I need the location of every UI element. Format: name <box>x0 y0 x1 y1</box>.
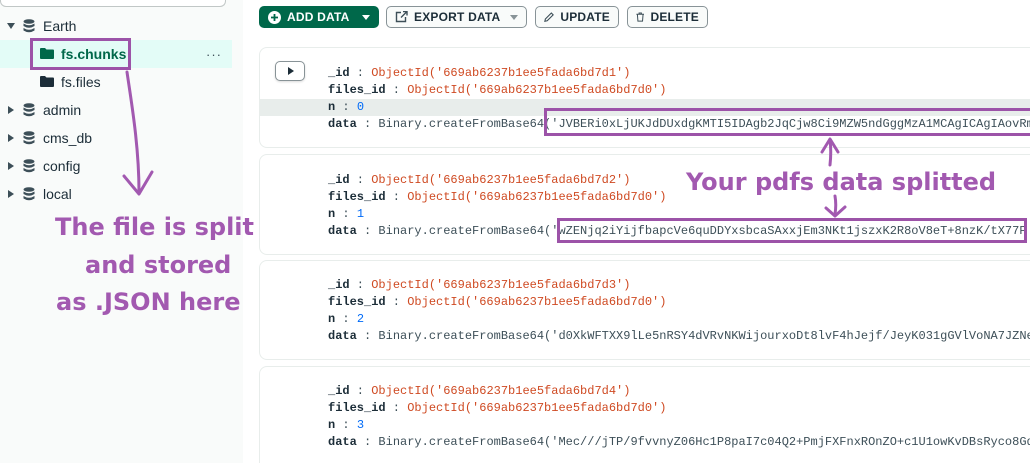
annotation-highlight-data-chunk-2 <box>557 218 1027 243</box>
chevron-down-icon <box>510 15 518 20</box>
document-card[interactable] <box>259 260 1030 360</box>
chevron-right-icon[interactable] <box>8 190 14 198</box>
doc-field-data: data : Binary.createFromBase64('Mec///jT… <box>328 435 1030 449</box>
database-icon <box>23 131 35 145</box>
trash-icon <box>636 12 645 22</box>
doc-field-n: n : 0 <box>328 100 365 114</box>
folder-icon <box>40 76 54 87</box>
doc-field-id: _id : ObjectId('669ab6237b1ee5fada6bd7d2… <box>328 173 631 187</box>
chevron-right-icon[interactable] <box>8 162 14 170</box>
annotation-text-right: Your pdfs data splitted <box>686 168 997 196</box>
export-data-label: EXPORT DATA <box>414 10 501 24</box>
sidebar-db-admin[interactable]: admin <box>0 96 232 124</box>
update-button[interactable]: UPDATE <box>535 6 619 28</box>
sidebar-db-label: config <box>43 158 81 174</box>
annotation-highlight-data-chunk-1 <box>544 108 1030 136</box>
add-data-label: ADD DATA <box>287 10 350 24</box>
export-icon <box>395 11 408 23</box>
sidebar-db-cms-db[interactable]: cms_db <box>0 124 232 152</box>
add-data-button[interactable]: ADD DATA <box>259 6 379 28</box>
plus-circle-icon <box>268 10 281 24</box>
database-icon <box>23 187 35 201</box>
sidebar-db-label: local <box>43 186 72 202</box>
chevron-right-icon[interactable] <box>8 134 14 142</box>
annotation-text-line: as .JSON here <box>56 288 241 316</box>
sidebar-db-label: Earth <box>43 18 77 34</box>
doc-field-n: n : 1 <box>328 207 365 221</box>
doc-field-id: _id : ObjectId('669ab6237b1ee5fada6bd7d4… <box>328 384 631 398</box>
sidebar-db-config[interactable]: config <box>0 152 232 180</box>
annotation-text-line: The file is split <box>55 213 254 241</box>
doc-field-id: _id : ObjectId('669ab6237b1ee5fada6bd7d3… <box>328 278 631 292</box>
delete-label: DELETE <box>650 10 699 24</box>
expand-document-button[interactable] <box>275 61 305 81</box>
doc-field-files-id: files_id : ObjectId('669ab6237b1ee5fada6… <box>328 190 667 204</box>
doc-field-n: n : 2 <box>328 312 365 326</box>
database-icon <box>23 159 35 173</box>
annotation-highlight-fs-chunks <box>30 38 131 70</box>
sidebar-collection-label: fs.files <box>61 74 101 90</box>
sidebar-db-label: admin <box>43 102 82 118</box>
sidebar-db-earth[interactable]: Earth <box>0 12 232 40</box>
sidebar-collection-fs-files[interactable]: fs.files <box>0 68 232 96</box>
export-data-button[interactable]: EXPORT DATA <box>386 6 527 28</box>
sidebar-search-input[interactable] <box>0 0 226 7</box>
database-icon <box>23 19 35 33</box>
pencil-icon <box>544 12 554 23</box>
chevron-down-icon[interactable] <box>7 23 15 29</box>
more-options-icon[interactable]: ··· <box>206 47 222 62</box>
doc-field-files-id: files_id : ObjectId('669ab6237b1ee5fada6… <box>328 295 667 309</box>
sidebar-db-label: cms_db <box>43 130 93 146</box>
doc-field-n: n : 3 <box>328 418 365 432</box>
chevron-right-icon[interactable] <box>8 106 14 114</box>
doc-field-data: data : Binary.createFromBase64('d0XkWFTX… <box>328 329 1030 343</box>
doc-field-files-id: files_id : ObjectId('669ab6237b1ee5fada6… <box>328 401 667 415</box>
delete-button[interactable]: DELETE <box>627 6 708 28</box>
database-icon <box>23 103 35 117</box>
annotation-text-line: and stored <box>85 251 232 279</box>
doc-field-id: _id : ObjectId('669ab6237b1ee5fada6bd7d1… <box>328 66 631 80</box>
update-label: UPDATE <box>560 10 610 24</box>
doc-field-files-id: files_id : ObjectId('669ab6237b1ee5fada6… <box>328 83 667 97</box>
sidebar-db-local[interactable]: local <box>0 180 232 208</box>
chevron-down-icon <box>362 15 370 20</box>
